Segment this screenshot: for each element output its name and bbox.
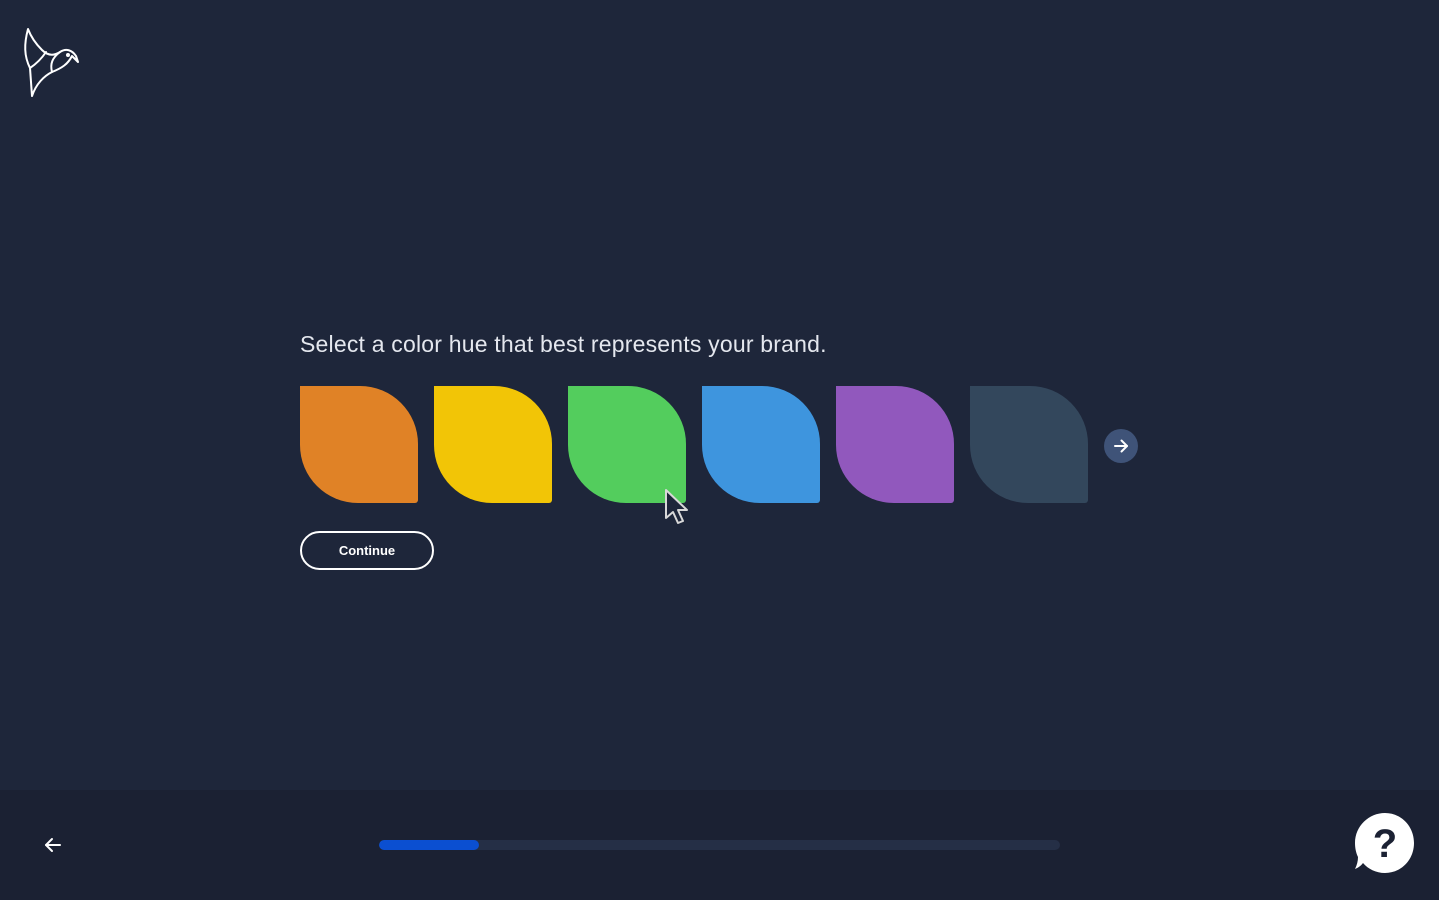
- svg-text:?: ?: [1373, 822, 1397, 866]
- next-colors-button[interactable]: [1104, 429, 1138, 463]
- progress-bar: [379, 840, 1060, 850]
- progress-bar-fill: [379, 840, 480, 850]
- swatch-purple[interactable]: [836, 386, 954, 503]
- arrow-left-icon: [45, 838, 61, 852]
- arrow-right-icon: [1114, 439, 1128, 453]
- brand-color-step: Select a color hue that best represents …: [0, 0, 1439, 900]
- swatch-green[interactable]: [568, 386, 686, 503]
- bird-logo-icon: [22, 26, 82, 98]
- swatch-slate[interactable]: [970, 386, 1088, 503]
- mouse-pointer-icon: [664, 488, 690, 526]
- swatch-orange[interactable]: [300, 386, 418, 503]
- color-swatch-row: [300, 386, 1160, 504]
- back-button[interactable]: [38, 830, 68, 860]
- swatch-blue[interactable]: [702, 386, 820, 503]
- continue-button[interactable]: Continue: [300, 531, 434, 570]
- page-prompt: Select a color hue that best represents …: [300, 331, 827, 357]
- swatch-yellow[interactable]: [434, 386, 552, 503]
- footer-bar: ?: [0, 790, 1439, 900]
- help-button[interactable]: ?: [1354, 812, 1416, 874]
- question-bubble-icon: ?: [1355, 813, 1414, 873]
- main-content: Select a color hue that best represents …: [300, 326, 1160, 570]
